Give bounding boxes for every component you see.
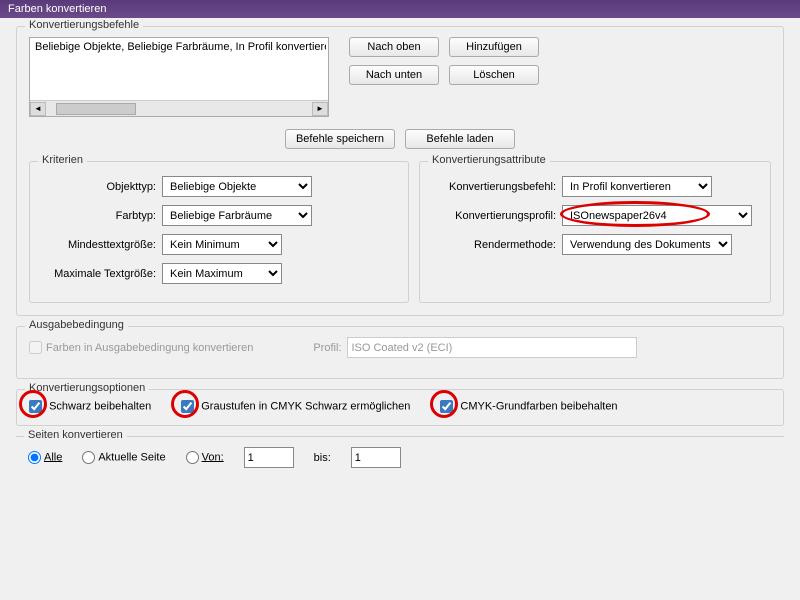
cmyk-primary-label: CMYK-Grundfarben beibehalten xyxy=(460,400,617,412)
list-item[interactable]: Beliebige Objekte, Beliebige Farbräume, … xyxy=(32,40,326,54)
gray-cmyk-checkbox[interactable] xyxy=(181,400,194,413)
attributes-group-label: Konvertierungsattribute xyxy=(428,154,550,166)
pages-to-input[interactable] xyxy=(351,447,401,468)
conv-profile-select[interactable]: ISOnewspaper26v4 xyxy=(562,205,752,226)
pages-all-radio[interactable] xyxy=(28,451,41,464)
max-text-select[interactable]: Kein Maximum xyxy=(162,263,282,284)
pages-group-label: Seiten konvertieren xyxy=(24,429,127,441)
commands-group-label: Konvertierungsbefehle xyxy=(25,19,143,31)
render-method-select[interactable]: Verwendung des Dokuments xyxy=(562,234,732,255)
scroll-left-icon[interactable]: ◄ xyxy=(30,102,46,116)
pages-from-wrap[interactable]: Von: xyxy=(186,451,224,464)
commands-group: Konvertierungsbefehle Beliebige Objekte,… xyxy=(16,26,784,316)
options-group: Konvertierungsoptionen Schwarz beibehalt… xyxy=(16,389,784,426)
add-button[interactable]: Hinzufügen xyxy=(449,37,539,57)
gray-cmyk-label: Graustufen in CMYK Schwarz ermöglichen xyxy=(201,400,410,412)
min-text-select[interactable]: Kein Minimum xyxy=(162,234,282,255)
commands-listbox[interactable]: Beliebige Objekte, Beliebige Farbräume, … xyxy=(29,37,329,117)
scrollbar-horizontal[interactable]: ◄ ► xyxy=(30,100,328,116)
opt-black-wrap[interactable]: Schwarz beibehalten xyxy=(29,400,151,413)
pages-current-label: Aktuelle Seite xyxy=(98,451,165,463)
preserve-black-checkbox[interactable] xyxy=(29,400,42,413)
profile-field xyxy=(347,337,637,358)
scroll-thumb[interactable] xyxy=(56,103,136,115)
max-text-label: Maximale Textgröße: xyxy=(42,268,162,280)
opt-cmyk-wrap[interactable]: CMYK-Grundfarben beibehalten xyxy=(440,400,617,413)
pages-from-radio[interactable] xyxy=(186,451,199,464)
load-commands-button[interactable]: Befehle laden xyxy=(405,129,515,149)
criteria-group-label: Kriterien xyxy=(38,154,87,166)
pages-group: Seiten konvertieren Alle Aktuelle Seite … xyxy=(16,436,784,468)
scroll-right-icon[interactable]: ► xyxy=(312,102,328,116)
window-titlebar: Farben konvertieren xyxy=(0,0,800,18)
pages-current-wrap[interactable]: Aktuelle Seite xyxy=(82,451,165,464)
opt-gray-wrap[interactable]: Graustufen in CMYK Schwarz ermöglichen xyxy=(181,400,410,413)
output-convert-label: Farben in Ausgabebedingung konvertieren xyxy=(46,342,253,354)
options-group-label: Konvertierungsoptionen xyxy=(25,382,149,394)
render-method-label: Rendermethode: xyxy=(432,239,562,251)
output-group-label: Ausgabebedingung xyxy=(25,319,128,331)
attributes-group: Konvertierungsattribute Konvertierungsbe… xyxy=(419,161,771,303)
conv-command-select[interactable]: In Profil konvertieren xyxy=(562,176,712,197)
pages-all-wrap[interactable]: Alle xyxy=(28,451,62,464)
pages-from-input[interactable] xyxy=(244,447,294,468)
pages-all-label: Alle xyxy=(44,451,62,463)
move-down-button[interactable]: Nach unten xyxy=(349,65,439,85)
pages-to-label: bis: xyxy=(314,452,331,464)
pages-current-radio[interactable] xyxy=(82,451,95,464)
output-group: Ausgabebedingung Farben in Ausgabebeding… xyxy=(16,326,784,379)
pages-from-label: Von: xyxy=(202,451,224,463)
cmyk-primary-checkbox[interactable] xyxy=(440,400,453,413)
color-type-label: Farbtyp: xyxy=(42,210,162,222)
conv-command-label: Konvertierungsbefehl: xyxy=(432,181,562,193)
output-convert-checkbox xyxy=(29,341,42,354)
object-type-select[interactable]: Beliebige Objekte xyxy=(162,176,312,197)
color-type-select[interactable]: Beliebige Farbräume xyxy=(162,205,312,226)
conv-profile-label: Konvertierungsprofil: xyxy=(432,210,562,222)
delete-button[interactable]: Löschen xyxy=(449,65,539,85)
profile-label: Profil: xyxy=(313,342,347,354)
preserve-black-label: Schwarz beibehalten xyxy=(49,400,151,412)
move-up-button[interactable]: Nach oben xyxy=(349,37,439,57)
min-text-label: Mindesttextgröße: xyxy=(42,239,162,251)
object-type-label: Objekttyp: xyxy=(42,181,162,193)
criteria-group: Kriterien Objekttyp: Beliebige Objekte F… xyxy=(29,161,409,303)
save-commands-button[interactable]: Befehle speichern xyxy=(285,129,395,149)
